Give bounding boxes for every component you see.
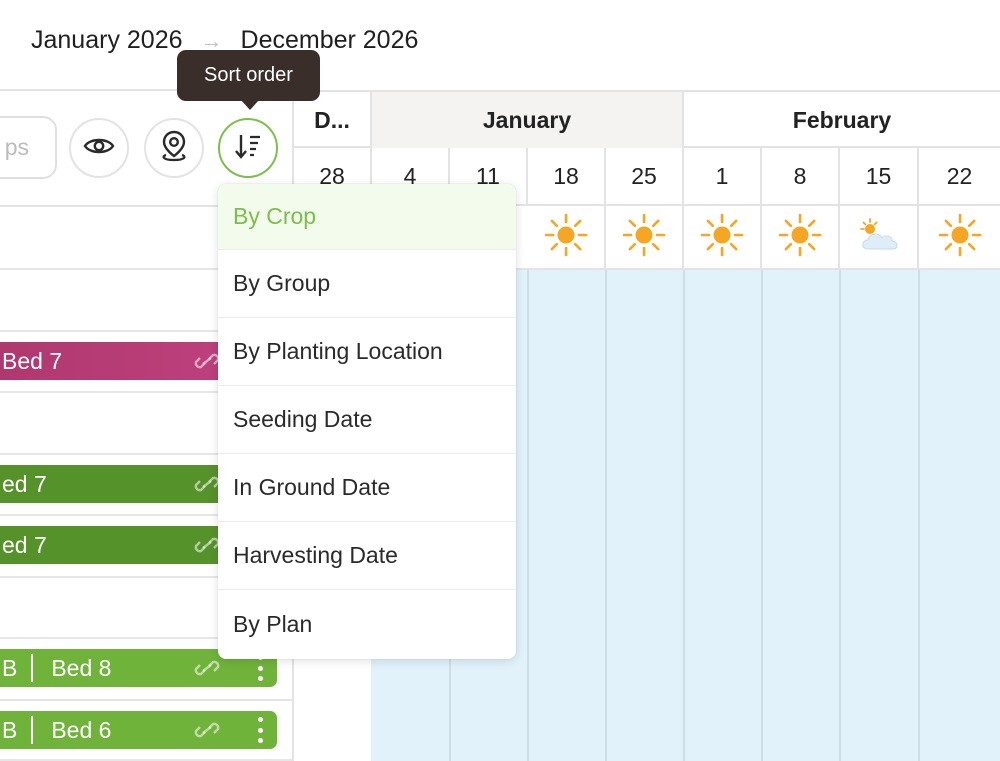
sort-option-label: In Ground Date (233, 474, 391, 500)
start-date[interactable]: January 2026 (31, 26, 183, 55)
sun-icon (699, 212, 745, 263)
weather-cell (919, 206, 1000, 268)
link-icon[interactable] (193, 533, 221, 563)
sort-order-menu: By Crop By Group By Planting Location Se… (218, 184, 516, 659)
weather-cell (762, 206, 840, 268)
sort-option-by-planting-location[interactable]: By Planting Location (218, 318, 516, 386)
month-label: February (792, 106, 892, 133)
week-label: 1 (715, 162, 729, 189)
weather-cell (606, 206, 684, 268)
week-label: 8 (793, 162, 807, 189)
week-cell[interactable]: 1 (684, 148, 762, 204)
week-gridline (527, 270, 529, 761)
week-label: 15 (865, 162, 892, 189)
sort-order-button[interactable] (218, 118, 278, 178)
planting-bar-block: B (2, 716, 18, 743)
month-label: January (482, 106, 572, 133)
row-divider (0, 699, 292, 701)
month-label: D... (314, 106, 350, 133)
week-cell[interactable]: 25 (606, 148, 684, 204)
sort-option-label: Seeding Date (233, 406, 373, 432)
planting-bar-label: ed 7 (2, 531, 47, 558)
week-gridline (839, 270, 841, 761)
week-gridline (761, 270, 763, 761)
weather-cell (528, 206, 606, 268)
sun-icon (937, 212, 983, 263)
sort-option-harvesting-date[interactable]: Harvesting Date (218, 522, 516, 590)
link-icon[interactable] (193, 349, 221, 379)
bar-separator (31, 654, 34, 682)
sort-option-label: By Planting Location (233, 338, 443, 364)
sort-option-in-ground-date[interactable]: In Ground Date (218, 454, 516, 522)
sun-icon (777, 212, 823, 263)
sort-option-seeding-date[interactable]: Seeding Date (218, 386, 516, 454)
week-label: 18 (553, 162, 579, 189)
planting-bar-block: B (2, 654, 18, 681)
week-cell[interactable]: 15 (840, 148, 919, 204)
week-label: 25 (631, 162, 657, 189)
week-gridline (683, 270, 685, 761)
sort-option-by-group[interactable]: By Group (218, 250, 516, 318)
link-icon[interactable] (193, 472, 221, 502)
week-label: 22 (946, 162, 973, 189)
search-input[interactable]: ps (0, 116, 57, 179)
sort-option-by-plan[interactable]: By Plan (218, 590, 516, 658)
planting-bar-label: Bed 8 (51, 654, 112, 681)
map-pin-icon (160, 130, 188, 167)
link-icon[interactable] (193, 656, 221, 686)
bar-separator (31, 716, 34, 744)
week-cell[interactable]: 18 (528, 148, 606, 204)
planting-bar[interactable]: B Bed 6 (0, 711, 277, 749)
month-header-row: D... January February (294, 90, 1000, 148)
week-gridline (918, 270, 920, 761)
month-header-january[interactable]: January (372, 92, 684, 148)
planting-bar-label: ed 7 (2, 470, 47, 497)
planting-bar-label: Bed 6 (51, 716, 112, 743)
week-gridline (605, 270, 607, 761)
sort-order-tooltip: Sort order (177, 50, 320, 110)
tooltip-text: Sort order (204, 64, 293, 86)
sun-icon (543, 212, 589, 263)
sort-option-label: By Crop (233, 203, 317, 229)
sun-icon (621, 212, 667, 263)
more-options-icon[interactable] (257, 717, 263, 743)
weather-cell (840, 206, 919, 268)
partly-cloudy-icon (856, 217, 902, 258)
planting-bar-label: Bed 7 (2, 347, 63, 374)
visibility-button[interactable] (69, 118, 129, 178)
location-filter-button[interactable] (144, 118, 204, 178)
sort-option-by-crop[interactable]: By Crop (218, 184, 516, 250)
week-cell[interactable]: 22 (919, 148, 1000, 204)
weather-cell (684, 206, 762, 268)
search-placeholder: ps (4, 134, 29, 160)
link-icon[interactable] (193, 718, 221, 748)
sort-option-label: By Group (233, 270, 331, 296)
week-cell[interactable]: 8 (762, 148, 840, 204)
sort-option-label: By Plan (233, 610, 313, 637)
sort-order-icon (233, 131, 263, 166)
month-header-february[interactable]: February (684, 92, 1000, 148)
eye-icon (83, 135, 115, 162)
sort-option-label: Harvesting Date (233, 542, 398, 568)
